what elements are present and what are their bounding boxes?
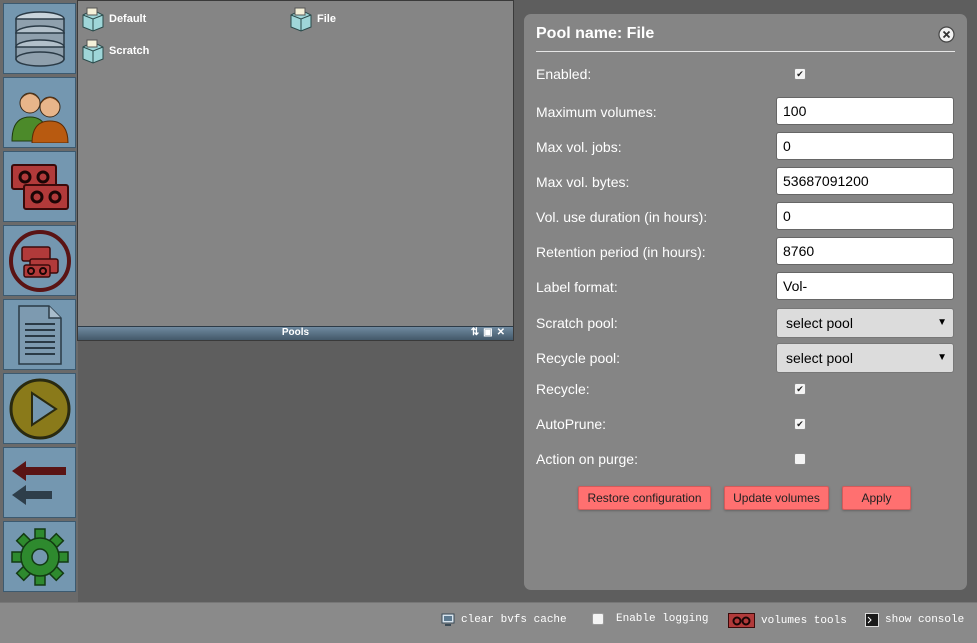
- arrows-icon: [11, 460, 66, 505]
- pools-window: Default File Scratch Pools ⇅ ▣ ✕: [77, 0, 514, 341]
- pool-item-label: Default: [109, 13, 147, 25]
- field-max-vol-bytes: Max vol. bytes:: [536, 167, 954, 197]
- field-max-volumes: Maximum volumes:: [536, 97, 954, 127]
- field-label: Enabled:: [536, 66, 592, 82]
- pool-item-label: File: [317, 13, 336, 25]
- field-label: Max vol. jobs:: [536, 139, 622, 155]
- field-vol-use-duration: Vol. use duration (in hours):: [536, 202, 954, 232]
- select-value: select pool: [786, 350, 853, 366]
- tape-icon: [728, 613, 755, 628]
- document-icon: [17, 304, 62, 365]
- bottom-bar: clear bvfs cache Enable logging volumes …: [0, 602, 977, 643]
- play-icon: [9, 378, 70, 439]
- sidebar-item-director[interactable]: [3, 3, 76, 74]
- show-console-button[interactable]: show console: [865, 613, 964, 627]
- terminal-icon: [865, 613, 879, 627]
- field-label: AutoPrune:: [536, 416, 607, 432]
- show-console-label: show console: [885, 614, 965, 626]
- volumes-tools-label: volumes tools: [761, 614, 847, 627]
- pool-item-scratch[interactable]: Scratch: [80, 38, 149, 64]
- field-max-vol-jobs: Max vol. jobs:: [536, 132, 954, 162]
- pool-properties-panel: Pool name: File Enabled: ✔ Maximum volum…: [524, 14, 967, 590]
- sidebar-item-run-job[interactable]: [3, 373, 76, 444]
- autoprune-checkbox[interactable]: ✔: [794, 418, 806, 430]
- field-action-on-purge: Action on purge:: [536, 444, 954, 474]
- apply-button[interactable]: Apply: [842, 486, 911, 510]
- update-volumes-button[interactable]: Update volumes: [724, 486, 829, 510]
- gear-icon: [10, 527, 69, 586]
- field-label: Scratch pool:: [536, 315, 618, 331]
- maximize-icon[interactable]: ▣: [483, 327, 492, 339]
- field-label: Maximum volumes:: [536, 104, 657, 120]
- pool-icon: [82, 39, 104, 64]
- users-icon: [10, 92, 69, 143]
- field-label-format: Label format:: [536, 272, 954, 302]
- vol-use-duration-input[interactable]: [776, 202, 954, 230]
- sidebar-item-clients[interactable]: [3, 77, 76, 148]
- retention-period-input[interactable]: [776, 237, 954, 265]
- field-label: Retention period (in hours):: [536, 244, 706, 260]
- app-window: Default File Scratch Pools ⇅ ▣ ✕ Pool na…: [0, 0, 977, 643]
- field-recycle: Recycle: ✔: [536, 374, 954, 404]
- pool-item-file[interactable]: File: [288, 6, 336, 32]
- max-volumes-input[interactable]: [776, 97, 954, 125]
- clear-bvfs-cache-label: clear bvfs cache: [461, 614, 567, 626]
- chevron-down-icon: ▼: [937, 352, 947, 363]
- field-scratch-pool: Scratch pool: select pool ▼: [536, 308, 954, 338]
- enable-logging-label: Enable logging: [616, 613, 709, 625]
- enable-logging-toggle[interactable]: Enable logging: [592, 613, 708, 625]
- enabled-checkbox[interactable]: ✔: [794, 68, 806, 80]
- pool-icon: [290, 7, 312, 32]
- window-title: Pools: [281, 327, 310, 338]
- field-enabled: Enabled: ✔: [536, 59, 954, 89]
- scratch-pool-select[interactable]: select pool ▼: [776, 308, 954, 338]
- pool-item-label: Scratch: [109, 45, 150, 57]
- field-label: Vol. use duration (in hours):: [536, 209, 708, 225]
- field-label: Recycle:: [536, 381, 590, 397]
- sidebar-item-volumes[interactable]: [3, 151, 76, 222]
- recycle-checkbox[interactable]: ✔: [794, 383, 806, 395]
- tape-circle-icon: [8, 229, 71, 292]
- sidebar-toolbar: [0, 0, 78, 602]
- sidebar-item-pools[interactable]: [3, 225, 76, 296]
- field-retention-period: Retention period (in hours):: [536, 237, 954, 267]
- sidebar-item-settings[interactable]: [3, 521, 76, 592]
- field-label: Label format:: [536, 279, 618, 295]
- swap-icon[interactable]: ⇅: [471, 327, 479, 339]
- action-on-purge-checkbox[interactable]: [794, 453, 806, 465]
- database-icon: [14, 10, 65, 67]
- clear-bvfs-cache-button[interactable]: clear bvfs cache: [441, 613, 567, 627]
- enable-logging-checkbox[interactable]: [592, 613, 604, 625]
- pool-icon: [82, 7, 104, 32]
- close-icon[interactable]: [938, 26, 955, 43]
- max-vol-bytes-input[interactable]: [776, 167, 954, 195]
- sidebar-item-jobs[interactable]: [3, 299, 76, 370]
- volumes-tools-button[interactable]: volumes tools: [728, 613, 847, 628]
- pools-window-titlebar[interactable]: Pools ⇅ ▣ ✕: [78, 326, 513, 340]
- panel-title: Pool name: File: [536, 25, 655, 42]
- field-label: Max vol. bytes:: [536, 174, 630, 190]
- label-format-input[interactable]: [776, 272, 954, 300]
- restore-configuration-button[interactable]: Restore configuration: [578, 486, 711, 510]
- tapes-icon: [10, 163, 69, 210]
- select-value: select pool: [786, 315, 853, 331]
- field-autoprune: AutoPrune: ✔: [536, 409, 954, 439]
- field-label: Recycle pool:: [536, 350, 621, 366]
- monitor-icon: [441, 613, 455, 626]
- pool-item-default[interactable]: Default: [80, 6, 146, 32]
- recycle-pool-select[interactable]: select pool ▼: [776, 343, 954, 373]
- sidebar-item-restore[interactable]: [3, 447, 76, 518]
- field-label: Action on purge:: [536, 451, 638, 467]
- close-icon[interactable]: ✕: [497, 327, 505, 339]
- chevron-down-icon: ▼: [937, 317, 947, 328]
- divider: [536, 51, 955, 52]
- max-vol-jobs-input[interactable]: [776, 132, 954, 160]
- field-recycle-pool: Recycle pool: select pool ▼: [536, 343, 954, 373]
